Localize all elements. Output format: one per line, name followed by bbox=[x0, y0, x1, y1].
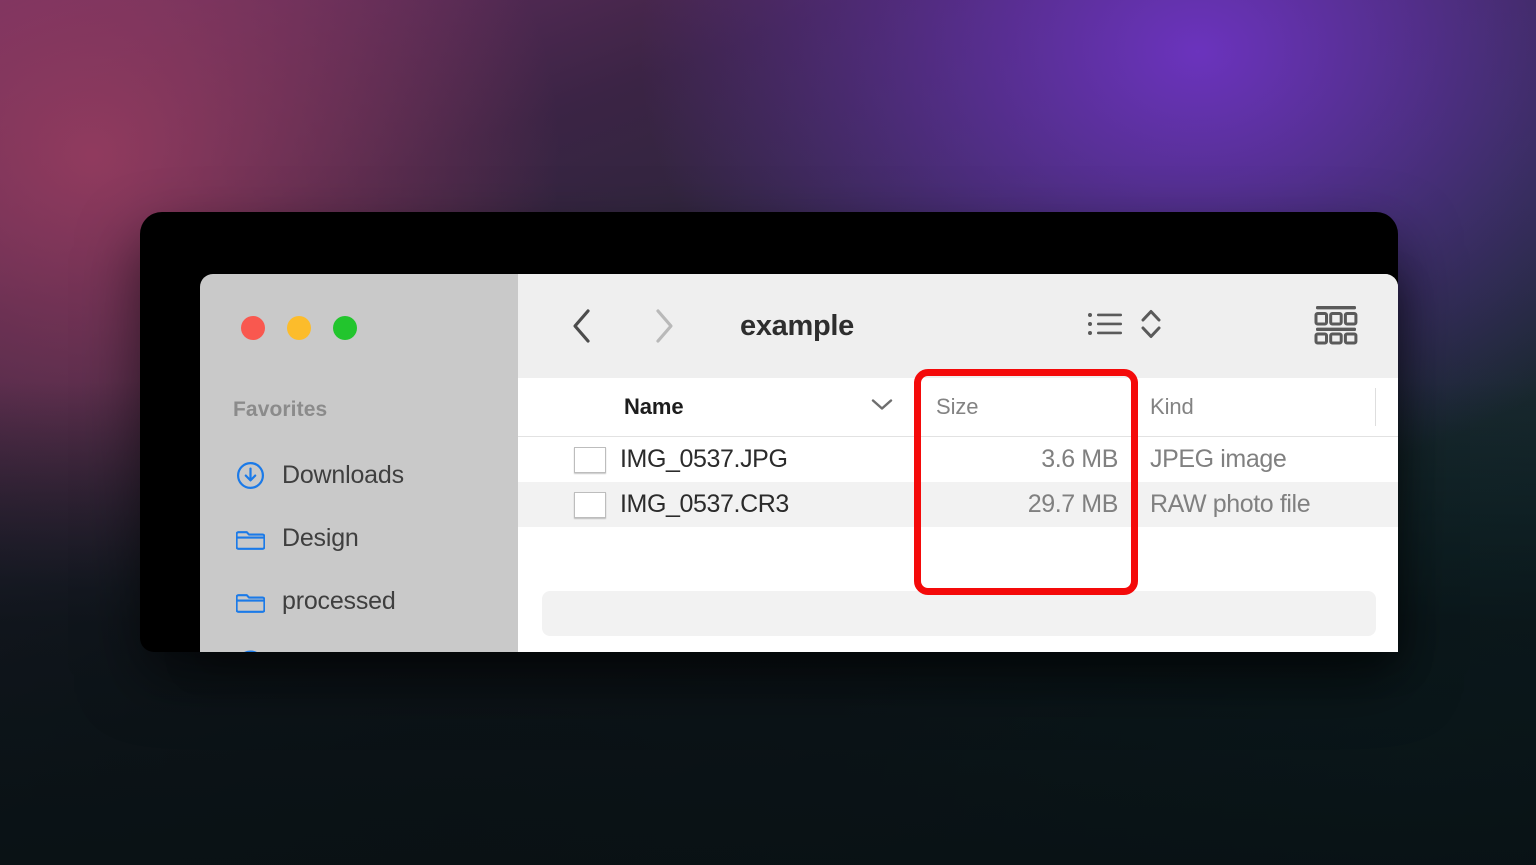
desktop-background: Favorites Downloads bbox=[0, 0, 1536, 865]
close-window-button[interactable] bbox=[241, 316, 265, 340]
column-header-kind[interactable]: Kind bbox=[1136, 394, 1398, 420]
sidebar-item-airdrop[interactable]: AirDrop bbox=[200, 633, 518, 652]
file-name: IMG_0537.CR3 bbox=[620, 490, 789, 519]
column-header-label: Kind bbox=[1150, 394, 1194, 419]
photo-thumbnail-icon bbox=[574, 447, 606, 473]
sidebar-item-processed[interactable]: processed bbox=[200, 570, 518, 633]
table-column-header: Name Size Kind bbox=[518, 378, 1398, 437]
column-header-label: Size bbox=[936, 394, 978, 419]
file-name: IMG_0537.JPG bbox=[620, 445, 788, 474]
sidebar-item-list: Downloads Design bbox=[200, 444, 518, 652]
minimize-window-button[interactable] bbox=[287, 316, 311, 340]
downloads-circle-icon bbox=[236, 461, 265, 490]
folder-icon bbox=[236, 587, 265, 616]
finder-window: Favorites Downloads bbox=[200, 274, 1398, 652]
file-name-cell: IMG_0537.JPG bbox=[518, 445, 918, 474]
file-size-cell: 3.6 MB bbox=[918, 445, 1136, 474]
column-divider[interactable] bbox=[1375, 388, 1376, 426]
window-controls bbox=[241, 316, 357, 340]
sidebar-item-downloads[interactable]: Downloads bbox=[200, 444, 518, 507]
sidebar-item-design[interactable]: Design bbox=[200, 507, 518, 570]
sidebar-item-label: Downloads bbox=[282, 461, 404, 490]
finder-content-pane: example bbox=[518, 274, 1398, 652]
forward-button[interactable] bbox=[642, 304, 686, 348]
file-name-cell: IMG_0537.CR3 bbox=[518, 490, 918, 519]
file-kind: JPEG image bbox=[1150, 445, 1286, 473]
column-header-label: Name bbox=[624, 394, 684, 419]
sort-chevrons-icon[interactable] bbox=[1138, 307, 1164, 346]
file-kind-cell: RAW photo file bbox=[1136, 490, 1398, 519]
file-kind-cell: JPEG image bbox=[1136, 445, 1398, 474]
table-row[interactable]: IMG_0537.JPG 3.6 MB JPEG image bbox=[518, 437, 1398, 482]
file-size: 3.6 MB bbox=[1041, 445, 1118, 473]
list-view-icon[interactable] bbox=[1086, 308, 1124, 345]
view-options-group bbox=[1086, 307, 1164, 346]
finder-sidebar: Favorites Downloads bbox=[200, 274, 518, 652]
finder-toolbar: example bbox=[518, 274, 1398, 378]
sidebar-section-title: Favorites bbox=[233, 398, 327, 422]
toolbar-right-group bbox=[1086, 274, 1398, 378]
table-row[interactable]: IMG_0537.CR3 29.7 MB RAW photo file bbox=[518, 482, 1398, 527]
sidebar-item-label: Design bbox=[282, 524, 359, 553]
file-size: 29.7 MB bbox=[1028, 490, 1118, 518]
photo-thumbnail-icon bbox=[574, 492, 606, 518]
sidebar-item-label: AirDrop bbox=[282, 650, 365, 652]
chevron-down-icon[interactable] bbox=[870, 398, 894, 417]
back-button[interactable] bbox=[560, 304, 604, 348]
column-header-size[interactable]: Size bbox=[918, 394, 1136, 420]
group-grid-icon[interactable] bbox=[1312, 302, 1360, 351]
folder-icon bbox=[236, 524, 265, 553]
column-header-name[interactable]: Name bbox=[518, 394, 918, 420]
maximize-window-button[interactable] bbox=[333, 316, 357, 340]
status-bar-placeholder bbox=[542, 591, 1376, 636]
airdrop-icon bbox=[236, 650, 265, 652]
file-list: IMG_0537.JPG 3.6 MB JPEG image IMG_0537.… bbox=[518, 437, 1398, 652]
file-size-cell: 29.7 MB bbox=[918, 490, 1136, 519]
page-title: example bbox=[740, 310, 854, 343]
sidebar-item-label: processed bbox=[282, 587, 396, 616]
file-kind: RAW photo file bbox=[1150, 490, 1310, 518]
